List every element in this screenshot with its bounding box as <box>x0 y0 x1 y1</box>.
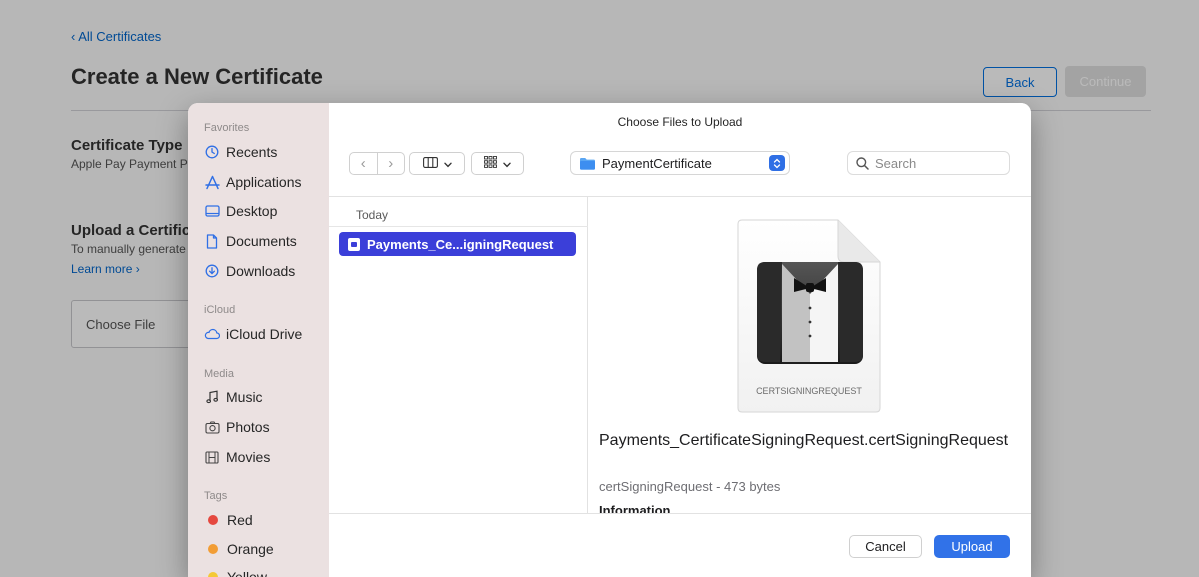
file-type-label: CERTSIGNINGREQUEST <box>756 386 862 396</box>
sidebar-item-tag-red[interactable]: Red <box>204 509 253 531</box>
column-header-divider <box>329 226 588 227</box>
preview-file-name: Payments_CertificateSigningRequest.certS… <box>599 432 1009 449</box>
orange-tag-dot <box>208 544 218 554</box>
forward-nav-button[interactable]: › <box>376 153 405 174</box>
sidebar-item-label: Orange <box>227 541 274 557</box>
cloud-icon <box>204 326 220 342</box>
sidebar-item-music[interactable]: Music <box>204 386 263 408</box>
sidebar-item-label: Yellow <box>227 569 267 577</box>
sidebar-item-tag-orange[interactable]: Orange <box>204 538 274 560</box>
back-nav-button[interactable]: ‹ <box>350 153 377 174</box>
sidebar-item-label: iCloud Drive <box>226 326 303 342</box>
clock-icon <box>204 144 220 160</box>
sidebar-item-desktop[interactable]: Desktop <box>204 200 277 222</box>
sidebar-item-label: Desktop <box>226 203 278 219</box>
preview-file-meta: certSigningRequest - 473 bytes <box>599 479 781 494</box>
desktop-icon <box>204 203 220 219</box>
certificate-file-icon <box>348 237 360 251</box>
search-field[interactable] <box>847 151 1010 175</box>
sidebar-item-label: Documents <box>226 233 297 249</box>
dialog-sidebar: Favorites Recents Applications Desktop D… <box>188 103 329 577</box>
chevron-down-icon <box>503 157 511 171</box>
dialog-title: Choose Files to Upload <box>617 115 743 129</box>
location-dropdown[interactable]: PaymentCertificate <box>570 151 790 175</box>
sidebar-item-applications[interactable]: Applications <box>204 171 302 193</box>
sidebar-item-documents[interactable]: Documents <box>204 230 297 252</box>
up-down-chevron-icon <box>769 155 785 171</box>
sidebar-item-downloads[interactable]: Downloads <box>204 260 295 282</box>
file-preview-pane: CERTSIGNINGREQUEST Payments_CertificateS… <box>589 197 1031 513</box>
applications-icon <box>204 174 220 190</box>
grid-icon <box>484 156 497 171</box>
location-label: PaymentCertificate <box>602 155 712 171</box>
information-heading: Information <box>599 503 671 513</box>
footer-divider <box>329 513 1031 514</box>
icloud-header: iCloud <box>204 304 236 316</box>
sidebar-item-icloud-drive[interactable]: iCloud Drive <box>204 323 302 345</box>
sidebar-item-label: Movies <box>226 449 271 465</box>
columns-view-icon <box>422 156 438 171</box>
document-icon <box>204 233 220 249</box>
chevron-down-icon <box>443 157 452 171</box>
media-header: Media <box>204 368 234 380</box>
film-icon <box>204 449 220 465</box>
view-mode-button[interactable] <box>409 152 465 175</box>
selected-file-row[interactable]: Payments_Ce...igningRequest <box>339 232 576 256</box>
date-group-header: Today <box>356 208 389 222</box>
sidebar-item-label: Applications <box>226 174 302 190</box>
sidebar-item-label: Photos <box>226 419 270 435</box>
upload-button[interactable]: Upload <box>934 535 1010 558</box>
sidebar-item-recents[interactable]: Recents <box>204 141 277 163</box>
folder-icon <box>579 157 596 170</box>
red-tag-dot <box>208 515 218 525</box>
sidebar-item-tag-yellow[interactable]: Yellow <box>204 566 267 577</box>
back-forward-buttons: ‹ › <box>349 152 405 175</box>
sidebar-item-movies[interactable]: Movies <box>204 446 270 468</box>
download-icon <box>204 263 220 279</box>
yellow-tag-dot <box>208 572 218 577</box>
sidebar-item-label: Red <box>227 512 253 528</box>
camera-icon <box>204 419 220 435</box>
search-input[interactable] <box>875 155 995 171</box>
file-row-label: Payments_Ce...igningRequest <box>367 236 554 252</box>
sidebar-item-label: Music <box>226 389 263 405</box>
favorites-header: Favorites <box>204 122 250 134</box>
search-icon <box>856 156 869 170</box>
music-icon <box>204 389 220 405</box>
sidebar-item-label: Recents <box>226 144 278 160</box>
certificate-request-file-icon: CERTSIGNINGREQUEST <box>737 219 881 413</box>
dialog-main: Choose Files to Upload ‹ › PaymentCertif… <box>329 103 1031 577</box>
file-browser-column: Today Payments_Ce...igningRequest <box>329 197 588 513</box>
tags-header: Tags <box>204 490 228 502</box>
file-upload-dialog: Favorites Recents Applications Desktop D… <box>188 103 1031 577</box>
cancel-button[interactable]: Cancel <box>849 535 922 558</box>
sidebar-item-label: Downloads <box>226 263 296 279</box>
group-by-button[interactable] <box>471 152 524 175</box>
sidebar-item-photos[interactable]: Photos <box>204 416 270 438</box>
